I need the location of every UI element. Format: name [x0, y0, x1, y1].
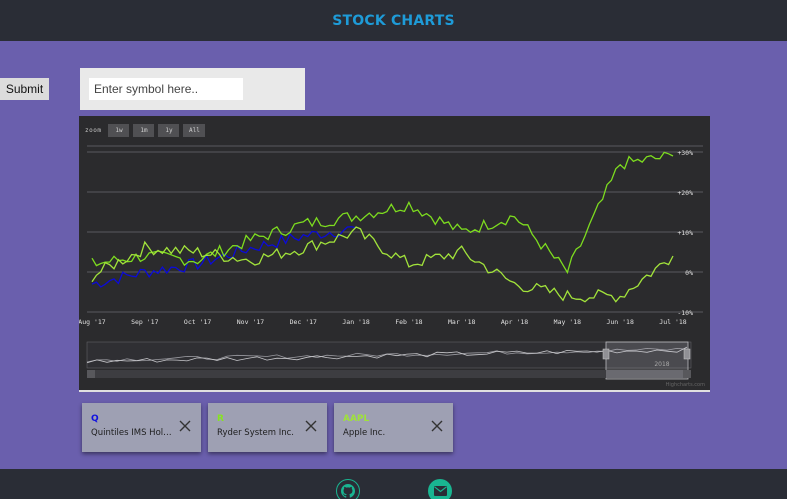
x-tick-label: Jul '18	[659, 318, 686, 326]
y-tick-label: -10%	[677, 309, 693, 317]
symbol-input[interactable]	[89, 78, 243, 100]
card-company-name: Ryder System Inc.	[217, 428, 294, 438]
close-icon[interactable]	[179, 420, 191, 432]
submit-button[interactable]: Submit	[0, 78, 49, 100]
scrollbar-thumb	[606, 370, 688, 378]
scrollbar-track	[87, 370, 691, 378]
x-tick-label: Apr '18	[501, 318, 528, 326]
card-symbol: Q	[91, 414, 99, 424]
card-symbol: R	[217, 414, 224, 424]
stock-chart: -10% 0% +10% +20% +30% Aug '17 Sep '17 Oct '17 N…	[79, 116, 710, 392]
stock-card-r: R Ryder System Inc.	[208, 403, 327, 452]
x-tick-label: Aug '17	[79, 318, 106, 326]
chart-credit: Highcharts.com	[666, 382, 705, 388]
x-tick-label: Jan '18	[342, 318, 369, 326]
navigator-label: 2018	[654, 361, 669, 368]
navigator-handle-left	[602, 348, 610, 360]
close-icon[interactable]	[431, 420, 443, 432]
symbol-search-form: Submit	[0, 68, 305, 110]
github-icon	[341, 484, 355, 498]
stock-card-aapl: AAPL Apple Inc.	[334, 403, 453, 452]
chart-canvas: -10% 0% +10% +20% +30% Aug '17 Sep '17 Oct '17 N…	[79, 145, 705, 388]
card-company-name: Apple Inc.	[343, 428, 386, 438]
x-tick-label: Feb '18	[395, 318, 422, 326]
x-tick-label: Dec '17	[290, 318, 317, 326]
app-footer	[0, 469, 787, 499]
zoom-1y-button[interactable]: 1y	[158, 123, 180, 137]
scrollbar-right-button	[683, 370, 691, 378]
navigator-handle-right	[683, 348, 691, 360]
card-symbol: AAPL	[343, 414, 370, 424]
x-tick-label: Mar '18	[448, 318, 475, 326]
y-tick-label: +10%	[677, 229, 693, 237]
x-tick-label: Nov '17	[237, 318, 264, 326]
zoom-all-button[interactable]: All	[183, 123, 206, 137]
github-link[interactable]	[336, 479, 360, 499]
series-line-r	[91, 151, 674, 275]
stock-card-q: Q Quintiles IMS Holdings	[82, 403, 201, 452]
zoom-label: zoom	[85, 126, 102, 134]
x-tick-label: Jun '18	[606, 318, 633, 326]
close-icon[interactable]	[305, 420, 317, 432]
mail-icon	[433, 486, 447, 496]
navigator	[86, 341, 692, 369]
x-tick-label: Oct '17	[184, 318, 211, 326]
series-line-aapl	[91, 226, 674, 303]
app-header: STOCK CHARTS	[0, 0, 787, 41]
email-link[interactable]	[428, 479, 452, 499]
zoom-1m-button[interactable]: 1m	[133, 123, 155, 137]
y-tick-label: +30%	[677, 149, 693, 157]
scrollbar-left-button	[87, 370, 95, 378]
zoom-bar: zoom 1w 1m 1y All	[85, 123, 209, 137]
y-tick-label: 0%	[685, 269, 693, 277]
card-company-name: Quintiles IMS Holdings	[91, 428, 175, 438]
y-tick-label: +20%	[677, 189, 693, 197]
zoom-1w-button[interactable]: 1w	[108, 123, 130, 137]
app-title: STOCK CHARTS	[332, 12, 455, 29]
x-tick-label: May '18	[554, 318, 581, 326]
x-tick-label: Sep '17	[131, 318, 158, 326]
